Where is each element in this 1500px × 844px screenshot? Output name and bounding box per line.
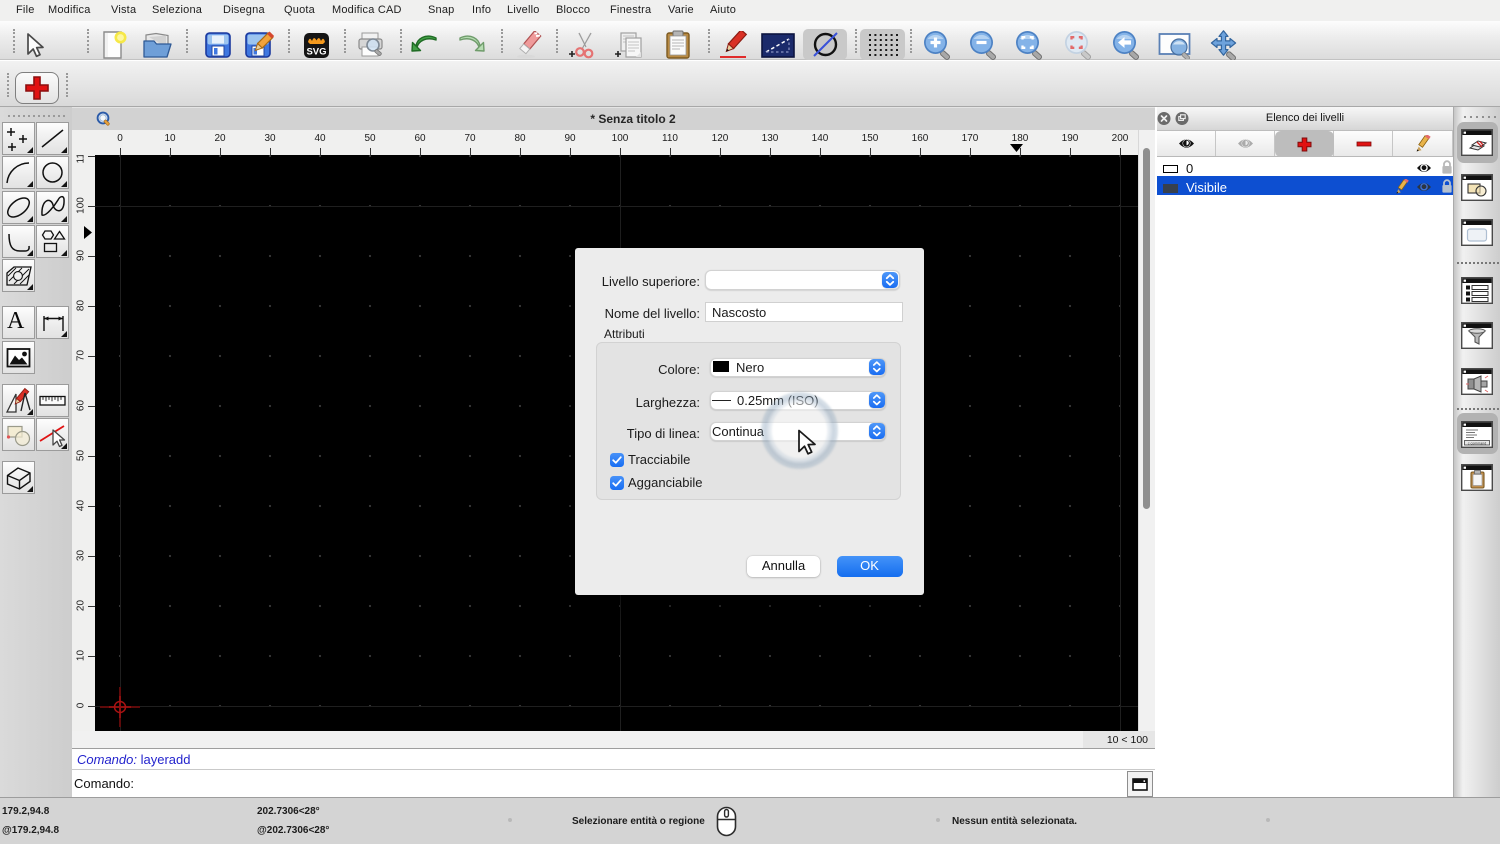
svg-text:c command: c command: [1468, 441, 1487, 445]
svg-text:SVG: SVG: [306, 47, 326, 58]
